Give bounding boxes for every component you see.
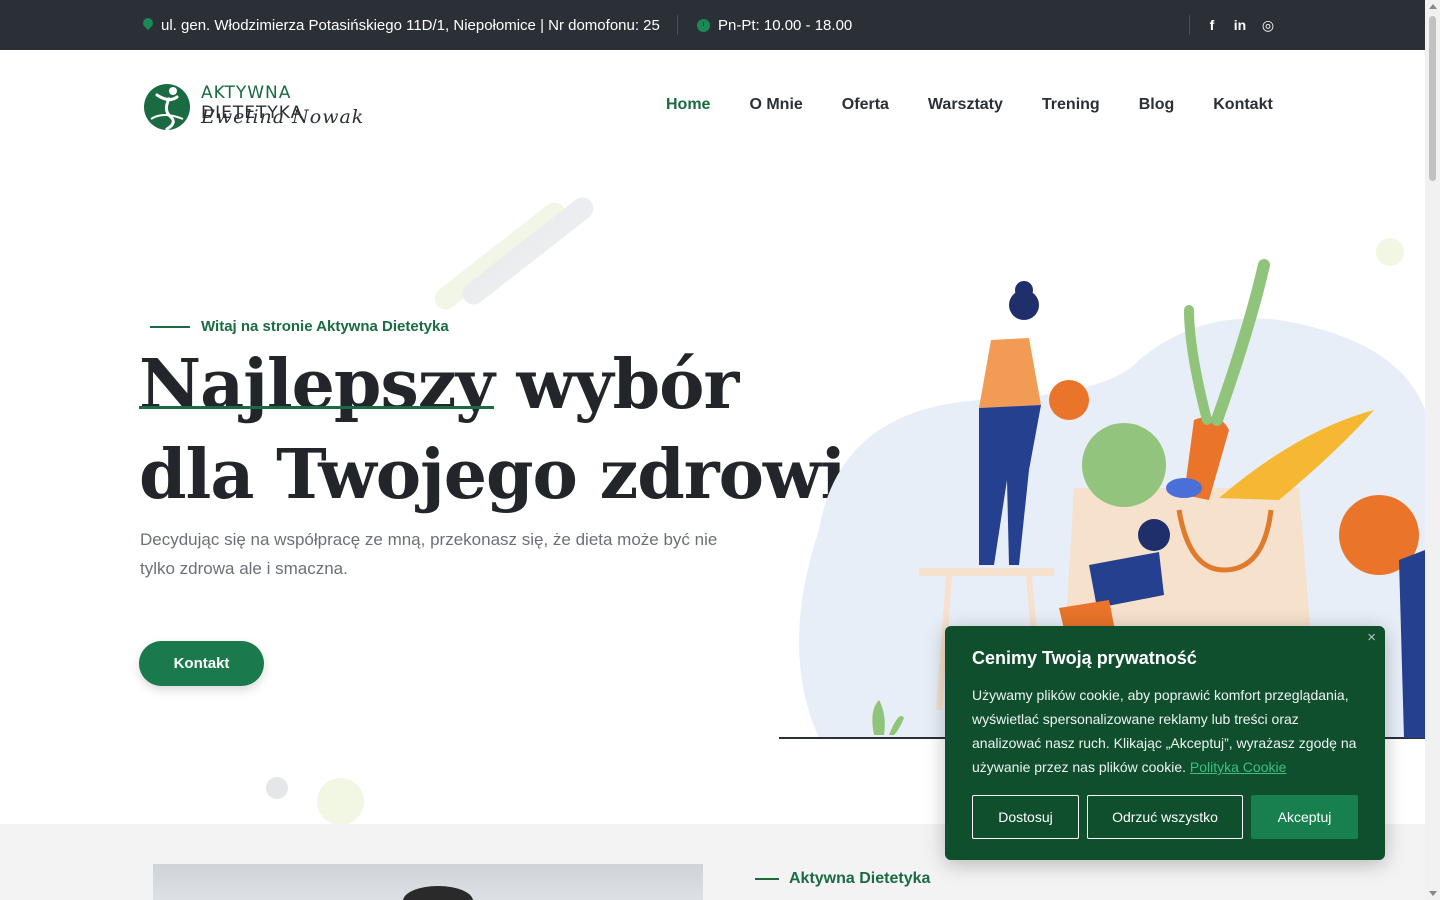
photo-person xyxy=(403,886,473,900)
hero-title-underlined: Najlepszy xyxy=(139,345,495,425)
opening-hours: Pn-Pt: 10.00 - 18.00 xyxy=(697,0,852,50)
address-info: ul. gen. Włodzimierza Potasińskiego 11D/… xyxy=(143,0,660,50)
clock-icon xyxy=(697,18,710,32)
cookie-customize-button[interactable]: Dostosuj xyxy=(972,795,1079,839)
about-title-text: Aktywna Dietetyka xyxy=(789,870,931,887)
facebook-icon[interactable]: f xyxy=(1205,17,1219,33)
scroll-up-icon[interactable] xyxy=(1429,4,1437,9)
scrollbar-thumb[interactable] xyxy=(1429,16,1436,181)
decor-dot xyxy=(266,777,288,799)
hero-title-rest: wybór xyxy=(493,345,740,425)
divider xyxy=(677,15,678,35)
nav-warsztaty[interactable]: Warsztaty xyxy=(928,96,1003,114)
cookie-policy-link[interactable]: Polityka Cookie xyxy=(1190,759,1287,775)
nav-blog[interactable]: Blog xyxy=(1139,96,1175,114)
hero-eyebrow: Witaj na stronie Aktywna Dietetyka xyxy=(150,318,449,335)
hero-title: Najlepszy wybór dla Twojego zdrowia xyxy=(139,340,889,520)
nav-trening[interactable]: Trening xyxy=(1042,96,1100,114)
eyebrow-line xyxy=(150,325,190,328)
decor-dot xyxy=(317,778,364,825)
cookie-reject-button[interactable]: Odrzuć wszystko xyxy=(1087,795,1243,839)
hero-title-line2: dla Twojego zdrowia xyxy=(139,435,889,515)
divider xyxy=(1189,15,1190,35)
cookie-body-text: Używamy plików cookie, aby poprawić komf… xyxy=(972,687,1357,775)
hours-text: Pn-Pt: 10.00 - 18.00 xyxy=(718,16,853,34)
about-photo xyxy=(153,864,703,900)
cookie-title: Cenimy Twoją prywatność xyxy=(972,648,1197,668)
logo-signature: Ewelina Nowak xyxy=(201,106,365,128)
cookie-actions: Dostosuj Odrzuć wszystko Akceptuj xyxy=(972,795,1358,839)
nav-home[interactable]: Home xyxy=(666,96,710,114)
nav-oferta[interactable]: Oferta xyxy=(842,96,889,114)
hero-contact-button[interactable]: Kontakt xyxy=(139,641,264,686)
cookie-accept-button[interactable]: Akceptuj xyxy=(1251,795,1358,839)
close-icon[interactable]: × xyxy=(1367,629,1376,646)
hero-lead: Decydując się na współpracę ze mną, prze… xyxy=(140,530,718,578)
nav-o-mnie[interactable]: O Mnie xyxy=(749,96,802,114)
scroll-down-icon[interactable] xyxy=(1429,891,1437,896)
site-logo[interactable]: AKTYWNA DIETETYKA Ewelina Nowak xyxy=(143,81,393,133)
logo-mark-icon xyxy=(144,84,190,131)
page-scrollbar[interactable] xyxy=(1425,0,1440,900)
nav-kontakt[interactable]: Kontakt xyxy=(1213,96,1273,114)
eyebrow-text: Witaj na stronie Aktywna Dietetyka xyxy=(201,318,449,335)
map-pin-icon xyxy=(143,18,153,32)
social-links: f in ◎ xyxy=(1205,0,1275,50)
logo-name-first: AKTYWNA xyxy=(201,83,292,103)
linkedin-icon[interactable]: in xyxy=(1233,17,1247,33)
decor-stripe xyxy=(458,193,598,309)
decor-stripe xyxy=(430,198,570,314)
instagram-icon[interactable]: ◎ xyxy=(1261,17,1275,34)
cookie-text: Używamy plików cookie, aby poprawić komf… xyxy=(972,683,1367,779)
about-section-title: Aktywna Dietetyka xyxy=(755,870,930,888)
section-title-line xyxy=(755,878,779,880)
top-bar: ul. gen. Włodzimierza Potasińskiego 11D/… xyxy=(0,0,1425,50)
address-text: ul. gen. Włodzimierza Potasińskiego 11D/… xyxy=(161,16,660,34)
main-nav: Home O Mnie Oferta Warsztaty Trening Blo… xyxy=(666,96,1273,114)
cookie-banner: × Cenimy Twoją prywatność Używamy plików… xyxy=(945,626,1385,860)
